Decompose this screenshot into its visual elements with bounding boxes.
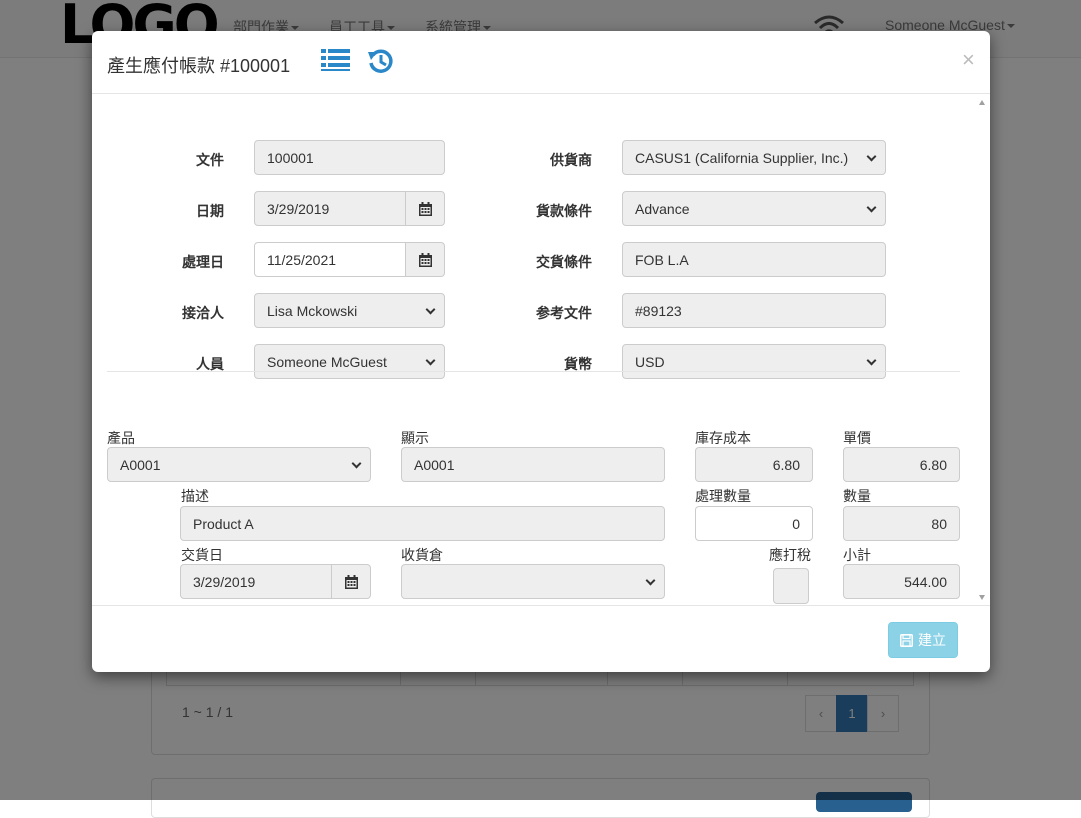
subtotal-field[interactable]: 544.00 [843,564,960,599]
scroll-up-arrow-icon[interactable] [979,100,985,105]
modal-title: 產生應付帳款 #100001 [107,56,291,76]
subtotal-label: 小計 [843,547,871,563]
chevron-down-icon [866,151,877,162]
calendar-icon[interactable] [405,242,445,277]
reference-label: 参考文件 [536,305,592,321]
process-date-label: 處理日 [182,254,224,270]
date-field[interactable]: 3/29/2019 [254,191,406,226]
close-icon[interactable]: × [962,49,975,71]
create-button-label: 建立 [918,632,946,648]
process-date-field[interactable]: 11/25/2021 [254,242,406,277]
currency-select[interactable]: USD [622,344,886,379]
delivery-date-label: 交貨日 [181,547,223,563]
warehouse-select[interactable] [401,564,665,599]
reference-field[interactable]: #89123 [622,293,886,328]
warehouse-label: 收貨倉 [401,547,443,563]
taxable-label: 應打稅 [769,547,811,563]
inventory-cost-label: 庫存成本 [695,430,751,446]
payment-terms-select[interactable]: Advance [622,191,886,226]
taxable-checkbox[interactable] [773,568,809,604]
product-label: 產品 [107,430,135,446]
chevron-down-icon [866,355,877,366]
payable-modal: 產生應付帳款 #100001 × 文件 100001 日期 3/29/2019 [92,31,990,672]
chevron-down-icon [425,355,436,366]
unit-price-label: 單價 [843,430,871,446]
process-qty-field[interactable]: 0 [695,506,813,541]
staff-select[interactable]: Someone McGuest [254,344,445,379]
chevron-down-icon [425,304,436,315]
modal-scrollbar[interactable] [975,94,990,605]
create-button[interactable]: 建立 [888,622,958,658]
modal-header: 產生應付帳款 #100001 × [92,31,990,94]
display-field[interactable]: A0001 [401,447,665,482]
chevron-down-icon [645,575,656,586]
process-qty-label: 處理數量 [695,488,751,504]
list-icon[interactable] [321,47,351,76]
contact-label: 接洽人 [182,305,224,321]
unit-price-field[interactable]: 6.80 [843,447,960,482]
supplier-label: 供貨商 [550,152,592,168]
quantity-label: 數量 [843,488,871,504]
scroll-down-arrow-icon[interactable] [979,595,985,600]
save-icon [900,633,913,647]
description-field[interactable]: Product A [180,506,665,541]
modal-body: 文件 100001 日期 3/29/2019 處理日 11/25/2021 接洽… [92,94,990,605]
supplier-select[interactable]: CASUS1 (California Supplier, Inc.) [622,140,886,175]
divider [107,371,960,372]
contact-select[interactable]: Lisa Mckowski [254,293,445,328]
inventory-cost-field[interactable]: 6.80 [695,447,813,482]
description-label: 描述 [181,488,209,504]
display-label: 顯示 [401,430,429,446]
calendar-icon[interactable] [405,191,445,226]
quantity-field[interactable]: 80 [843,506,960,541]
modal-footer: 建立 [92,605,990,672]
product-select[interactable]: A0001 [107,447,371,482]
calendar-icon[interactable] [331,564,371,599]
delivery-terms-field[interactable]: FOB L.A [622,242,886,277]
delivery-terms-label: 交貨條件 [536,254,592,270]
payment-terms-label: 貨款條件 [536,203,592,219]
delivery-date-field[interactable]: 3/29/2019 [180,564,332,599]
doc-field[interactable]: 100001 [254,140,445,175]
chevron-down-icon [866,202,877,213]
chevron-down-icon [351,458,362,469]
doc-label: 文件 [196,152,224,168]
date-label: 日期 [196,203,224,219]
history-icon[interactable] [367,47,395,78]
